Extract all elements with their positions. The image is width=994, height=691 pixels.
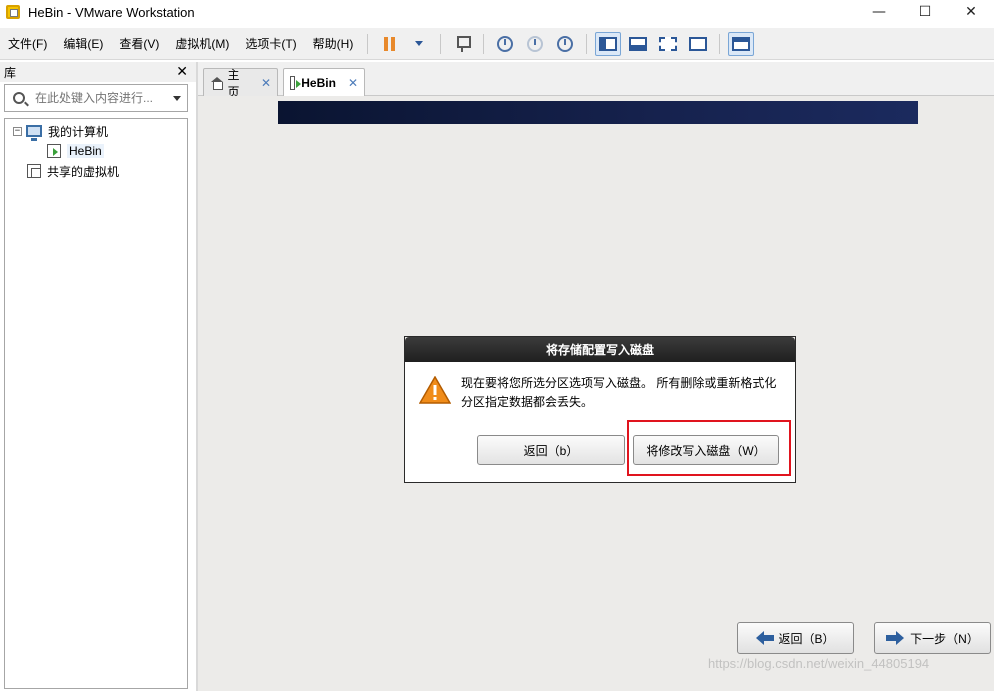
library-close-icon[interactable]: ✕	[176, 64, 188, 80]
revert-snapshot-button[interactable]	[522, 32, 548, 56]
vm-running-icon	[290, 76, 302, 90]
network-icon	[454, 35, 472, 52]
search-input[interactable]	[35, 91, 155, 105]
window-titlebar: HeBin - VMware Workstation — ☐ ✕	[0, 0, 994, 24]
watermark: https://blog.csdn.net/weixin_44805194	[708, 656, 930, 671]
snapshot-revert-icon	[527, 35, 544, 52]
fullscreen-button[interactable]	[655, 32, 681, 56]
menu-view[interactable]: 查看(V)	[111, 35, 167, 52]
tab-label: 主页	[227, 67, 240, 99]
take-snapshot-button[interactable]	[492, 32, 518, 56]
console-view-button[interactable]	[625, 32, 651, 56]
menu-toolbar: 文件(F) 编辑(E) 查看(V) 虚拟机(M) 选项卡(T) 帮助(H)	[0, 28, 994, 60]
computer-icon	[26, 125, 42, 141]
console-view-icon	[629, 36, 648, 51]
power-dropdown-button[interactable]	[406, 32, 432, 56]
thumbnail-view-icon	[732, 36, 751, 51]
thumbnail-view-button[interactable]	[728, 31, 755, 56]
installer-back-button[interactable]: 返回（B）	[737, 622, 854, 654]
dropdown-icon	[415, 41, 424, 46]
snapshot-manager-icon	[557, 35, 574, 52]
menu-file[interactable]: 文件(F)	[0, 35, 55, 52]
network-button[interactable]	[449, 32, 475, 56]
library-tree: − 我的计算机 HeBin 共享的虚拟机	[4, 118, 188, 689]
vm-console[interactable]: 将存储配置写入磁盘 现在要将您所选分区选项写入磁盘。 所有删除或重新格式化分区指…	[198, 96, 994, 691]
installer-next-label: 下一步（N）	[910, 631, 979, 646]
tree-item-label: HeBin	[67, 144, 104, 158]
menu-edit[interactable]: 编辑(E)	[55, 35, 111, 52]
library-header: 库 ✕	[0, 62, 196, 82]
search-icon	[13, 92, 25, 104]
toolbar-divider	[586, 33, 588, 54]
library-view-button[interactable]	[595, 31, 622, 56]
tree-item-label: 我的计算机	[48, 124, 109, 139]
library-view-icon	[599, 36, 618, 51]
tab-close-icon[interactable]: ✕	[261, 76, 271, 90]
library-title: 库	[4, 65, 17, 80]
home-icon	[210, 76, 223, 90]
dialog-body: 现在要将您所选分区选项写入磁盘。 所有删除或重新格式化分区指定数据都会丢失。 返…	[405, 362, 795, 482]
window-title: HeBin - VMware Workstation	[28, 4, 195, 20]
toolbar-divider	[440, 33, 442, 54]
window-controls: — ☐ ✕	[856, 0, 994, 24]
tree-item-shared-vms[interactable]: 共享的虚拟机	[27, 162, 119, 180]
shared-vm-icon	[27, 164, 41, 178]
back-button[interactable]: 返回（b）	[477, 435, 625, 465]
tab-strip: 主页 ✕ HeBin ✕	[198, 62, 994, 99]
installer-back-label: 返回（B）	[778, 631, 835, 646]
tree-item-label: 共享的虚拟机	[47, 164, 120, 179]
fullscreen-icon	[659, 36, 678, 51]
tab-label: HeBin	[301, 76, 336, 90]
minimize-button[interactable]: —	[856, 0, 902, 24]
snapshot-manager-button[interactable]	[552, 32, 578, 56]
tree-item-my-computer[interactable]: − 我的计算机	[13, 122, 109, 141]
tab-close-icon[interactable]: ✕	[348, 76, 358, 90]
arrow-left-icon	[756, 631, 775, 645]
tree-item-hebin[interactable]: HeBin	[47, 142, 104, 160]
pause-icon	[383, 36, 395, 51]
collapse-icon[interactable]: −	[13, 126, 22, 136]
search-dropdown-icon[interactable]	[173, 95, 181, 101]
toolbar-divider	[483, 33, 485, 54]
vm-running-icon	[47, 144, 61, 158]
unity-icon	[689, 36, 708, 51]
dialog-title: 将存储配置写入磁盘	[405, 337, 795, 362]
close-button[interactable]: ✕	[948, 0, 994, 24]
warning-icon	[419, 376, 451, 404]
snapshot-take-icon	[497, 35, 514, 52]
installer-banner	[278, 101, 918, 124]
tab-hebin[interactable]: HeBin ✕	[283, 68, 365, 97]
tab-home[interactable]: 主页 ✕	[203, 68, 278, 99]
vmware-app-icon	[6, 5, 20, 19]
installer-next-button[interactable]: 下一步（N）	[874, 622, 991, 654]
arrow-right-icon	[886, 631, 905, 645]
menu-tabs[interactable]: 选项卡(T)	[237, 35, 304, 52]
maximize-button[interactable]: ☐	[902, 0, 948, 24]
library-search[interactable]	[4, 84, 188, 112]
highlight-annotation	[627, 420, 791, 476]
write-storage-dialog: 将存储配置写入磁盘 现在要将您所选分区选项写入磁盘。 所有删除或重新格式化分区指…	[404, 336, 796, 483]
toolbar-divider	[367, 33, 369, 54]
unity-button[interactable]	[685, 32, 711, 56]
toolbar-divider	[719, 33, 721, 54]
pause-button[interactable]	[376, 32, 402, 56]
dialog-message: 现在要将您所选分区选项写入磁盘。 所有删除或重新格式化分区指定数据都会丢失。	[461, 376, 777, 409]
menu-vm[interactable]: 虚拟机(M)	[167, 35, 237, 52]
menu-help[interactable]: 帮助(H)	[305, 35, 362, 52]
